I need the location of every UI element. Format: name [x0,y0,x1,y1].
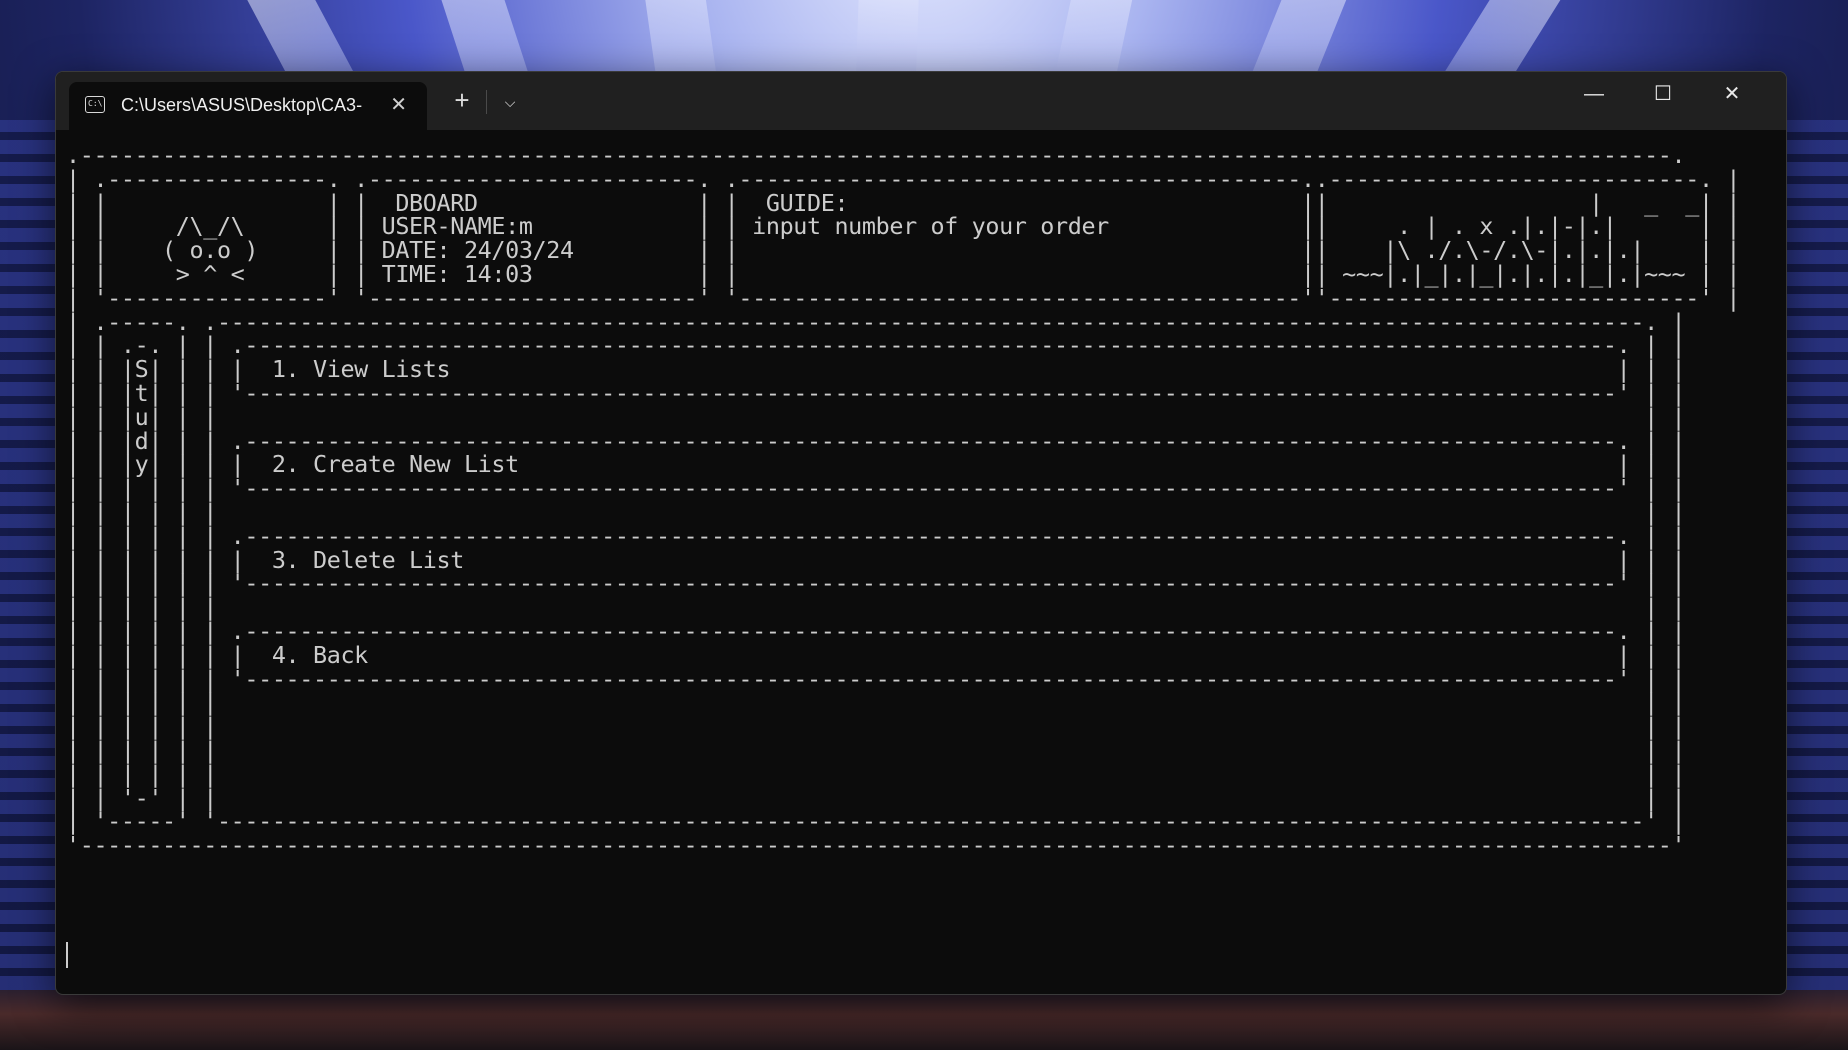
title-bar[interactable]: C:\ C:\Users\ASUS\Desktop\CA3- ✕ + ⌵ — ☐… [56,72,1786,130]
ascii-dashboard: .---------------------------------------… [66,144,1741,860]
tab-close-icon[interactable]: ✕ [390,92,407,117]
terminal-window: C:\ C:\Users\ASUS\Desktop\CA3- ✕ + ⌵ — ☐… [55,71,1787,995]
text-cursor [66,942,68,968]
tab-title: C:\Users\ASUS\Desktop\CA3- [121,95,363,115]
new-tab-button[interactable]: + [444,84,480,118]
tab-divider [486,90,487,114]
command-prompt-icon: C:\ [85,96,105,113]
maximize-button[interactable]: ☐ [1629,72,1697,116]
active-tab[interactable]: C:\ C:\Users\ASUS\Desktop\CA3- ✕ [69,82,427,130]
terminal-output[interactable]: .---------------------------------------… [66,144,1776,994]
chevron-down-icon[interactable]: ⌵ [492,84,528,118]
close-button[interactable]: ✕ [1698,72,1766,116]
minimize-button[interactable]: — [1560,72,1628,116]
